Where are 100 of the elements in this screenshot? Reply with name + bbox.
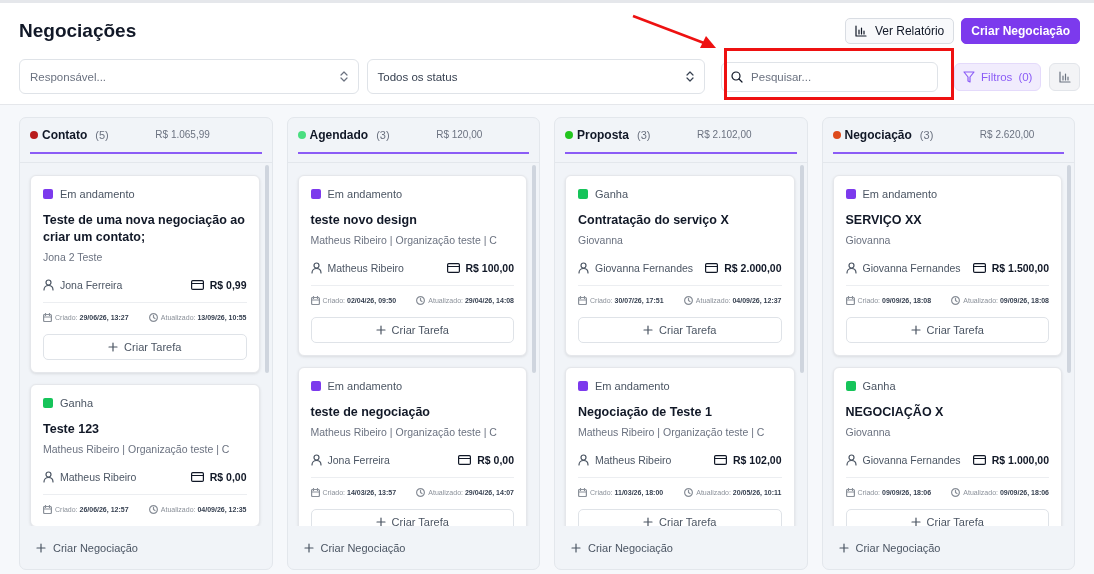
add-deal-button[interactable]: Criar Negociação (303, 541, 406, 554)
card-icon (446, 263, 460, 273)
add-deal-button[interactable]: Criar Negociação (571, 541, 673, 554)
chart-icon (1058, 70, 1071, 83)
deal-value: R$ 1.000,00 (991, 454, 1049, 466)
create-task-button[interactable]: Criar Tarefa (310, 317, 514, 343)
plus-icon (910, 517, 921, 526)
deal-value: R$ 0,99 (209, 279, 247, 291)
column-count: (3) (376, 128, 391, 141)
scrollbar[interactable] (532, 165, 536, 373)
card-icon (714, 455, 728, 465)
clock-icon (683, 296, 693, 305)
calendar-icon (43, 313, 52, 322)
create-task-button[interactable]: Criar Tarefa (578, 509, 782, 526)
status-label: Em andamento (60, 188, 135, 200)
create-task-button[interactable]: Criar Tarefa (578, 317, 782, 343)
plus-icon (108, 342, 119, 352)
create-task-button[interactable]: Criar Tarefa (845, 509, 1049, 526)
status-label: Em andamento (595, 380, 670, 392)
deal-value: R$ 1.500,00 (991, 262, 1049, 274)
plus-icon (838, 542, 849, 553)
chevron-updown-icon (686, 71, 695, 82)
person-icon (43, 279, 54, 291)
chevron-updown-icon (339, 71, 348, 82)
deal-value: R$ 0,00 (477, 454, 514, 466)
person-icon (310, 454, 322, 466)
responsible-select[interactable]: Responsável... (19, 59, 359, 94)
deal-subtitle: Matheus Ribeiro | Organização teste | C (578, 426, 766, 438)
deal-title: Teste 123 (43, 421, 101, 438)
deal-value: R$ 0,00 (209, 471, 247, 483)
owner-name: Jona Ferreira (327, 454, 390, 466)
deal-title: Contratação do serviço X (578, 212, 730, 229)
scrollbar[interactable] (264, 165, 269, 373)
owner-name: Giovanna Fernandes (862, 454, 961, 466)
deal-title: teste novo design (310, 212, 418, 229)
person-icon (845, 454, 857, 466)
owner-name: Matheus Ribeiro (595, 454, 672, 466)
status-label: Em andamento (862, 188, 938, 200)
card-icon (972, 263, 986, 273)
plus-icon (303, 542, 314, 553)
plus-icon (910, 325, 921, 335)
card-icon (190, 472, 204, 482)
person-icon (310, 262, 322, 274)
column-title: Negociação (844, 127, 912, 142)
report-button[interactable]: Ver Relatório (844, 18, 955, 44)
person-icon (845, 262, 857, 274)
deal-value: R$ 2.000,00 (724, 262, 782, 274)
status-label: Ganha (595, 188, 629, 200)
deal-title: SERVIÇO XX (845, 212, 923, 229)
column-count: (3) (919, 128, 935, 141)
owner-name: Giovanna Fernandes (862, 262, 961, 274)
status-label: Ganha (862, 380, 896, 392)
search-field[interactable]: Pesquisar... (721, 61, 939, 92)
owner-name: Matheus Ribeiro (327, 262, 404, 274)
deal-value: R$ 100,00 (465, 262, 514, 274)
scrollbar[interactable] (1067, 165, 1071, 373)
filter-icon (963, 70, 976, 83)
create-task-button[interactable]: Criar Tarefa (845, 317, 1049, 343)
deal-subtitle: Giovanna (845, 234, 892, 246)
deal-title: Teste de uma nova negociação ao criar um contato; (43, 212, 246, 246)
scrollbar[interactable] (799, 165, 804, 373)
create-task-button[interactable]: Criar Tarefa (43, 334, 247, 360)
status-select[interactable]: Todos os status (366, 59, 706, 94)
card-icon (190, 280, 204, 290)
clock-icon (684, 488, 694, 497)
status-label: Em andamento (327, 380, 403, 392)
card-icon (972, 455, 986, 465)
column-total: R$ 2.102,00 (697, 129, 752, 140)
create-deal-button[interactable]: Criar Negociação (961, 18, 1080, 44)
page-title: Negociações (19, 20, 137, 42)
status-label: Ganha (60, 397, 94, 409)
plus-icon (571, 542, 581, 553)
person-icon (43, 471, 54, 483)
calendar-icon (578, 488, 587, 497)
add-deal-button[interactable]: Criar Negociação (838, 541, 941, 554)
calendar-icon (845, 296, 855, 305)
owner-name: Giovanna Fernandes (595, 262, 694, 274)
plus-icon (36, 542, 46, 553)
chart-button[interactable] (1049, 62, 1080, 91)
person-icon (578, 454, 589, 466)
add-deal-button[interactable]: Criar Negociação (36, 541, 138, 554)
owner-name: Jona Ferreira (60, 279, 123, 291)
deal-subtitle: Matheus Ribeiro | Organização teste | C (43, 443, 231, 455)
calendar-icon (845, 488, 855, 497)
column-count: (3) (637, 128, 652, 141)
deal-title: Negociação de Teste 1 (578, 404, 713, 421)
deal-title: NEGOCIAÇÃO X (845, 404, 945, 421)
calendar-icon (310, 488, 320, 497)
calendar-icon (578, 296, 587, 305)
clock-icon (416, 488, 426, 497)
create-task-button[interactable]: Criar Tarefa (310, 509, 514, 526)
plus-icon (375, 325, 386, 335)
deal-subtitle: Giovanna (845, 426, 892, 438)
deal-subtitle: Matheus Ribeiro | Organização teste | C (310, 426, 498, 438)
deal-subtitle: Jona 2 Teste (43, 251, 104, 263)
filters-button[interactable]: Filtros (0) (954, 62, 1042, 91)
deal-subtitle: Giovanna (578, 234, 624, 246)
card-icon (458, 455, 472, 465)
clock-icon (951, 488, 961, 497)
search-icon (731, 70, 744, 83)
